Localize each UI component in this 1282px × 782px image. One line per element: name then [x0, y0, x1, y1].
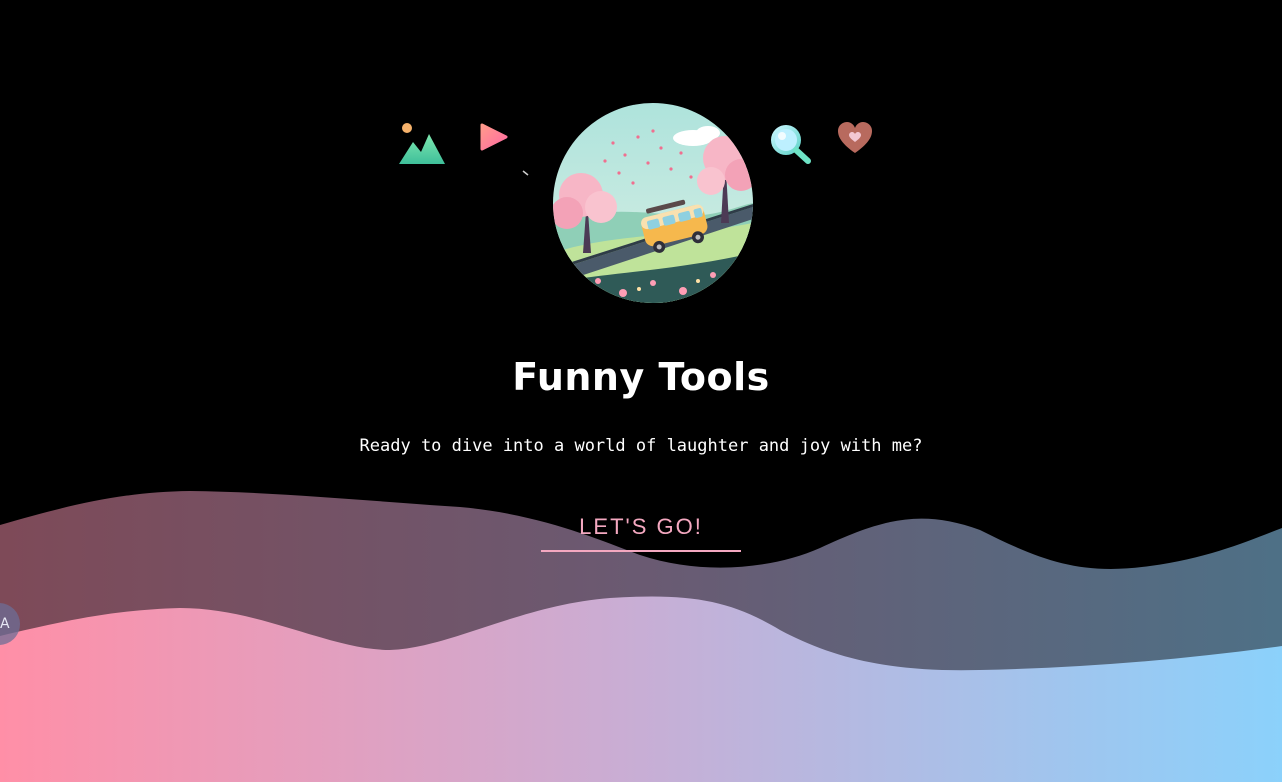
camper-van-illustration [553, 103, 753, 303]
mountain-image-icon [399, 123, 445, 164]
heart-icon [838, 122, 872, 153]
search-icon [771, 125, 811, 164]
sparkle-mark-icon [522, 170, 529, 176]
play-icon [480, 123, 508, 151]
landing-page: Funny Tools Ready to dive into a world o… [0, 0, 1282, 782]
hero-avatar [553, 103, 753, 303]
lets-go-button[interactable]: LET'S GO! [541, 510, 741, 552]
tagline: Ready to dive into a world of laughter a… [359, 436, 923, 456]
translate-icon: A [0, 616, 10, 632]
page-title: Funny Tools [512, 355, 770, 399]
